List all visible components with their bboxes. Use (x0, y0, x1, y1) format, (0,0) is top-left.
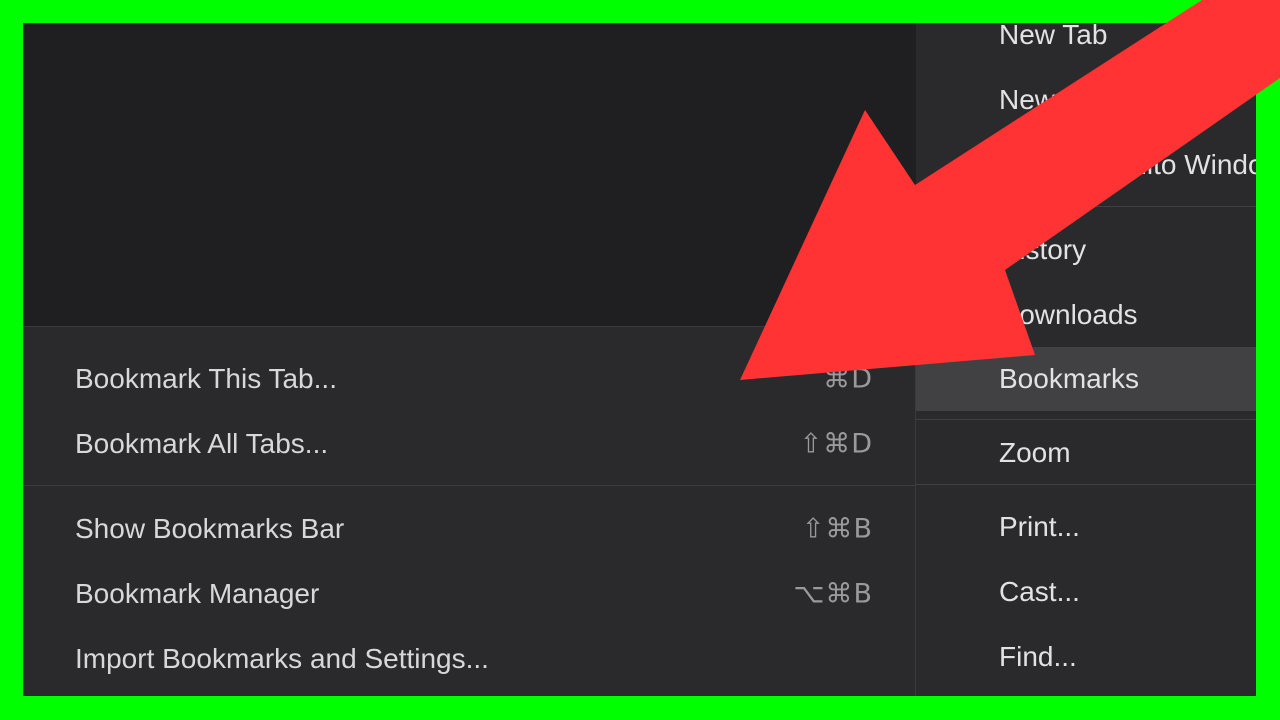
shortcut-label: ⌘D (823, 363, 873, 395)
menu-item-import-bookmarks[interactable]: Import Bookmarks and Settings... (23, 627, 915, 691)
menu-item-print[interactable]: Print... (916, 495, 1256, 559)
menu-item-bookmark-all-tabs[interactable]: Bookmark All Tabs... ⇧⌘D (23, 412, 915, 476)
menu-item-label: Downloads (999, 299, 1138, 330)
menu-item-label: Find... (999, 641, 1077, 672)
chrome-main-menu: New Tab New Window New Incognito Window … (916, 23, 1256, 696)
menu-item-bookmark-manager[interactable]: Bookmark Manager ⌥⌘B (23, 562, 915, 626)
bookmarks-submenu: Bookmark This Tab... ⌘D Bookmark All Tab… (23, 327, 916, 696)
menu-item-label: New Tab (999, 23, 1108, 50)
menu-item-label: Cast... (999, 576, 1080, 607)
menu-item-zoom[interactable]: Zoom (916, 421, 1256, 485)
menu-item-label: History (999, 234, 1087, 265)
menu-item-label: Import Bookmarks and Settings... (75, 643, 489, 674)
menu-item-new-tab[interactable]: New Tab (916, 23, 1256, 67)
menu-item-label: Zoom (999, 437, 1071, 468)
shortcut-label: ⌥⌘B (793, 578, 873, 610)
page-content-area (23, 23, 916, 327)
menu-item-cast[interactable]: Cast... (916, 560, 1256, 624)
menu-item-label: Bookmarks (999, 363, 1140, 394)
menu-item-show-bookmarks-bar[interactable]: Show Bookmarks Bar ⇧⌘B (23, 497, 915, 561)
menu-separator (916, 419, 1256, 420)
menu-item-find[interactable]: Find... (916, 625, 1256, 689)
menu-item-new-window[interactable]: New Window (916, 68, 1256, 132)
shortcut-label: ⇧⌘D (799, 428, 873, 460)
menu-item-bookmark-this-tab[interactable]: Bookmark This Tab... ⌘D (23, 347, 915, 411)
menu-item-bookmarks[interactable]: Bookmarks (916, 347, 1256, 411)
menu-item-label: New Window (999, 84, 1163, 115)
menu-item-label: Bookmark All Tabs... (75, 428, 329, 459)
menu-item-label: Show Bookmarks Bar (75, 513, 345, 544)
green-frame: Bookmark This Tab... ⌘D Bookmark All Tab… (0, 0, 1280, 720)
menu-item-label: Bookmark Manager (75, 578, 320, 609)
browser-screen: Bookmark This Tab... ⌘D Bookmark All Tab… (23, 23, 1256, 696)
shortcut-label: ⇧⌘B (801, 513, 873, 545)
menu-item-downloads[interactable]: Downloads (916, 283, 1256, 347)
menu-item-history[interactable]: History (916, 218, 1256, 282)
menu-item-label: Bookmark This Tab... (75, 363, 337, 394)
menu-separator (916, 206, 1256, 207)
menu-item-label: Print... (999, 511, 1080, 542)
menu-separator (916, 484, 1256, 485)
menu-item-label: New Incognito Window (999, 149, 1256, 180)
menu-separator (23, 485, 915, 486)
menu-item-new-incognito-window[interactable]: New Incognito Window (916, 133, 1256, 197)
